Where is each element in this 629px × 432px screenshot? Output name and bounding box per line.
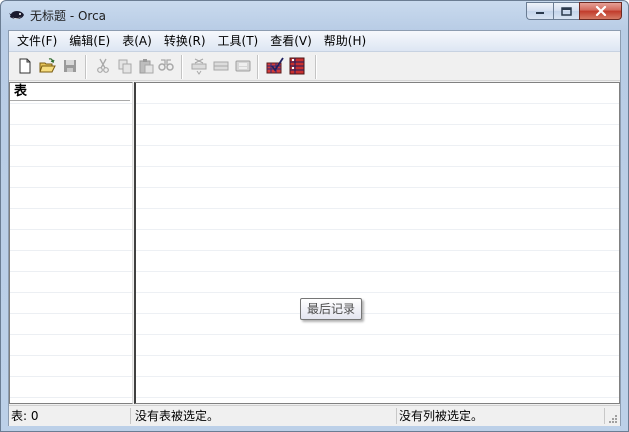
window-title: 无标题 - Orca (30, 9, 107, 23)
menu-tools[interactable]: 工具(T) (212, 31, 265, 51)
toolbar-separator (85, 55, 87, 79)
title-bar[interactable]: 无标题 - Orca (1, 1, 628, 30)
maximize-button[interactable] (553, 2, 579, 20)
menu-file[interactable]: 文件(F) (11, 31, 63, 51)
menu-view[interactable]: 查看(V) (264, 31, 318, 51)
rows-grid-pane[interactable] (134, 82, 620, 404)
client-area: 文件(F) 编辑(E) 表(A) 转换(R) 工具(T) 查看(V) 帮助(H) (8, 30, 621, 426)
new-file-icon[interactable] (16, 57, 34, 75)
last-record-tooltip: 最后记录 (300, 298, 363, 320)
caption-buttons (526, 2, 622, 21)
menu-edit[interactable]: 编辑(E) (63, 31, 116, 51)
toolbar (9, 52, 620, 81)
close-icon (595, 6, 606, 16)
save-icon[interactable] (61, 57, 79, 75)
drop-row-icon[interactable] (212, 57, 230, 75)
menu-help[interactable]: 帮助(H) (318, 31, 372, 51)
paste-icon[interactable] (137, 57, 155, 75)
toolbar-separator (257, 55, 259, 79)
menu-tables[interactable]: 表(A) (116, 31, 158, 51)
toolbar-separator (315, 55, 317, 79)
maximize-icon (561, 6, 572, 16)
table-properties-icon[interactable] (234, 57, 252, 75)
add-row-icon[interactable] (190, 57, 208, 75)
orca-window: 无标题 - Orca 文件(F) 编辑(E) 表(A) 转换(R) 工具(T) … (0, 0, 629, 432)
minimize-icon (536, 12, 544, 14)
close-button[interactable] (579, 2, 622, 20)
status-table-count: 表: 0 (9, 408, 131, 424)
menu-transform[interactable]: 转换(R) (158, 31, 212, 51)
cut-icon[interactable] (94, 57, 112, 75)
status-column-selection: 没有列被选定。 (397, 408, 605, 424)
tables-column-header[interactable]: 表 (10, 83, 130, 101)
tables-view-icon[interactable] (288, 57, 306, 75)
toolbar-separator (181, 55, 183, 79)
tables-list-pane[interactable]: 表 (9, 82, 133, 404)
status-bar: 表: 0 没有表被选定。 没有列被选定。 (9, 405, 620, 426)
menu-bar: 文件(F) 编辑(E) 表(A) 转换(R) 工具(T) 查看(V) 帮助(H) (9, 31, 620, 52)
copy-icon[interactable] (116, 57, 134, 75)
find-icon[interactable] (157, 57, 175, 75)
open-folder-icon[interactable] (38, 57, 56, 75)
orca-whale-icon[interactable] (9, 7, 25, 23)
status-table-selection: 没有表被选定。 (133, 408, 397, 424)
resize-grip-icon[interactable] (608, 414, 618, 424)
validate-icon[interactable] (266, 57, 284, 75)
minimize-button[interactable] (526, 2, 553, 20)
